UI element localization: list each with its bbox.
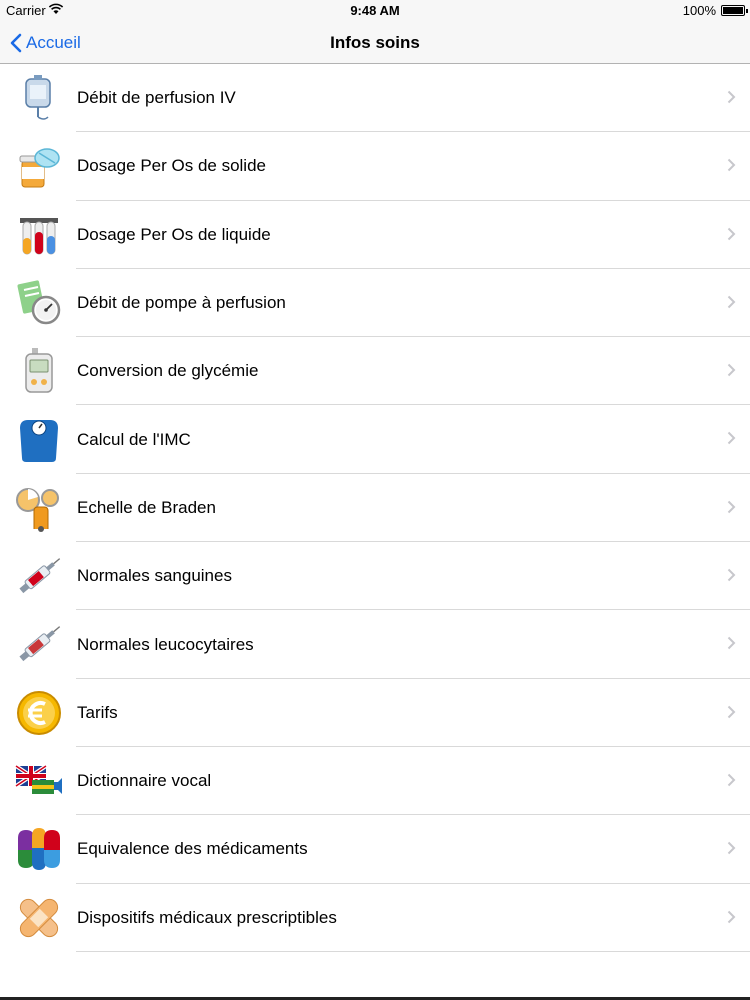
chevron-right-icon <box>727 568 736 587</box>
list-item-label: Dispositifs médicaux prescriptibles <box>77 907 337 927</box>
list-item-braden[interactable]: Echelle de Braden <box>0 474 750 543</box>
syringe-icon <box>14 619 64 669</box>
list-item-label: Dosage Per Os de solide <box>77 156 266 176</box>
list-item-normales-sanguines[interactable]: Normales sanguines <box>0 542 750 611</box>
list-item-dosage-liquide[interactable]: Dosage Per Os de liquide <box>0 201 750 269</box>
chevron-right-icon <box>727 363 736 382</box>
chevron-right-icon <box>727 227 736 246</box>
navigation-bar: Accueil Infos soins <box>0 22 750 64</box>
menu-list: Débit de perfusion IV Dosage Per Os de s… <box>0 64 750 952</box>
glucometer-icon <box>14 346 64 396</box>
syringe-icon <box>14 551 64 601</box>
flag-speaker-icon <box>14 756 64 806</box>
chevron-right-icon <box>727 158 736 177</box>
list-item-equivalence[interactable]: Equivalence des médicaments <box>0 815 750 884</box>
chevron-right-icon <box>727 841 736 860</box>
list-item-debit-pompe[interactable]: Débit de pompe à perfusion <box>0 269 750 338</box>
list-item-debit-perfusion[interactable]: Débit de perfusion IV <box>0 64 750 133</box>
chevron-right-icon <box>727 295 736 314</box>
list-item-imc[interactable]: Calcul de l'IMC <box>0 405 750 474</box>
list-item-glycemie[interactable]: Conversion de glycémie <box>0 337 750 406</box>
list-item-label: Tarifs <box>77 702 118 722</box>
chevron-right-icon <box>727 500 736 519</box>
chevron-right-icon <box>727 431 736 450</box>
list-item-label: Conversion de glycémie <box>77 361 259 381</box>
pill-bottle-icon <box>14 141 64 191</box>
chevron-right-icon <box>727 910 736 929</box>
list-item-dosage-solide[interactable]: Dosage Per Os de solide <box>0 132 750 201</box>
battery-percent: 100% <box>682 3 716 18</box>
list-item-label: Equivalence des médicaments <box>77 839 308 859</box>
chevron-right-icon <box>727 773 736 792</box>
battery-icon <box>721 5 748 16</box>
test-tubes-icon <box>14 210 64 260</box>
status-time: 9:48 AM <box>350 3 400 18</box>
page-title: Infos soins <box>330 33 420 52</box>
list-item-label: Normales sanguines <box>77 566 232 586</box>
euro-coin-icon <box>14 688 64 738</box>
colored-capsules-icon <box>14 824 64 874</box>
status-bar: Carrier 9:48 AM 100% <box>0 0 750 22</box>
chevron-right-icon <box>727 705 736 724</box>
list-item-label: Normales leucocytaires <box>77 634 254 654</box>
list-item-dispositifs[interactable]: Dispositifs médicaux prescriptibles <box>0 884 750 952</box>
list-item-dictionnaire[interactable]: Dictionnaire vocal <box>0 747 750 816</box>
list-item-normales-leucocytaires[interactable]: Normales leucocytaires <box>0 610 750 679</box>
pump-gauge-icon <box>14 278 64 328</box>
list-item-label: Echelle de Braden <box>77 497 216 517</box>
scale-icon <box>14 414 64 464</box>
braden-scale-icon <box>14 483 64 533</box>
list-item-label: Débit de perfusion IV <box>77 88 236 108</box>
iv-bag-icon <box>14 73 64 123</box>
list-item-label: Dosage Per Os de liquide <box>77 224 271 244</box>
bandage-icon <box>14 893 64 943</box>
list-item-label: Dictionnaire vocal <box>77 771 212 791</box>
list-item-label: Calcul de l'IMC <box>77 429 191 449</box>
list-item-tarifs[interactable]: Tarifs <box>0 679 750 747</box>
list-item-label: Débit de pompe à perfusion <box>77 293 286 313</box>
chevron-right-icon <box>727 90 736 109</box>
chevron-right-icon <box>727 636 736 655</box>
separator <box>76 950 750 952</box>
